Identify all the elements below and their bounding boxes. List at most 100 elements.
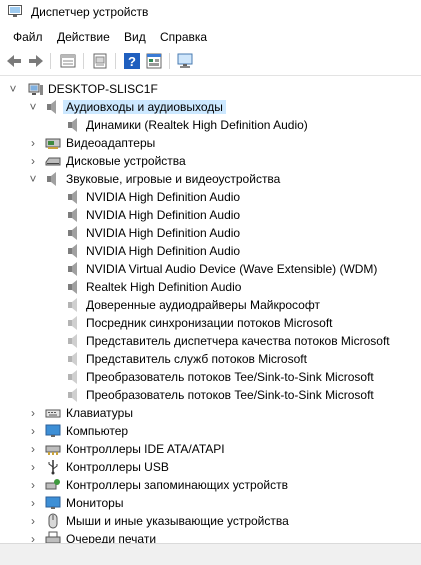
device-item[interactable]: NVIDIA Virtual Audio Device (Wave Extens… <box>0 260 421 278</box>
title-bar: Диспетчер устройств <box>0 0 421 24</box>
chevron-right-icon[interactable]: › <box>27 152 39 170</box>
monitor-icon <box>45 424 61 437</box>
keyboard-icon <box>45 409 61 418</box>
menu-view[interactable]: Вид <box>124 30 146 44</box>
help-icon[interactable]: ? <box>123 52 141 70</box>
menu-bar: Файл Действие Вид Справка <box>0 27 421 47</box>
device-item[interactable]: Преобразователь потоков Tee/Sink-to-Sink… <box>0 368 421 386</box>
toolbar-separator <box>50 53 51 69</box>
device-label: NVIDIA High Definition Audio <box>86 226 241 240</box>
properties-icon[interactable] <box>59 52 77 70</box>
device-item[interactable]: Динамики (Realtek High Definition Audio) <box>0 116 421 134</box>
chevron-down-icon[interactable]: ˅ <box>7 80 19 98</box>
category-monitors[interactable]: › Мониторы <box>0 494 421 512</box>
chevron-right-icon[interactable]: › <box>27 476 39 494</box>
device-label: Преобразователь потоков Tee/Sink-to-Sink… <box>86 370 374 384</box>
speaker-icon <box>68 298 77 312</box>
toolbar-separator <box>169 53 170 69</box>
chevron-right-icon[interactable]: › <box>27 458 39 476</box>
speaker-icon <box>68 226 77 240</box>
device-tree[interactable]: ˅ DESKTOP-SLISC1F ˅ Аудиовходы и аудиовы… <box>0 76 421 564</box>
chevron-right-icon[interactable]: › <box>27 512 39 530</box>
category-label: Контроллеры запоминающих устройств <box>66 478 288 492</box>
chevron-right-icon[interactable]: › <box>27 422 39 440</box>
computer-icon <box>28 83 43 95</box>
category-audio-io[interactable]: ˅ Аудиовходы и аудиовыходы <box>0 98 421 116</box>
speaker-icon <box>68 388 77 402</box>
speaker-icon <box>68 190 77 204</box>
category-label: Мониторы <box>66 496 124 510</box>
monitor-scan-icon[interactable] <box>176 52 194 70</box>
device-item[interactable]: NVIDIA High Definition Audio <box>0 224 421 242</box>
device-item[interactable]: Realtek High Definition Audio <box>0 278 421 296</box>
device-item[interactable]: NVIDIA High Definition Audio <box>0 242 421 260</box>
device-item[interactable]: Доверенные аудиодрайверы Майкрософт <box>0 296 421 314</box>
category-computer[interactable]: › Компьютер <box>0 422 421 440</box>
menu-action[interactable]: Действие <box>57 30 110 44</box>
view-icon[interactable] <box>145 52 163 70</box>
speaker-icon <box>68 244 77 258</box>
category-storage-controllers[interactable]: › Контроллеры запоминающих устройств <box>0 476 421 494</box>
speaker-icon <box>68 352 77 366</box>
device-label: Посредник синхронизации потоков Microsof… <box>86 316 333 330</box>
device-item[interactable]: Представитель служб потоков Microsoft <box>0 350 421 368</box>
category-mice[interactable]: › Мыши и иные указывающие устройства <box>0 512 421 530</box>
chevron-right-icon[interactable]: › <box>27 134 39 152</box>
speaker-icon <box>68 118 77 132</box>
category-ide-controllers[interactable]: › Контроллеры IDE ATA/ATAPI <box>0 440 421 458</box>
device-label: Realtek High Definition Audio <box>86 280 242 294</box>
speaker-icon <box>68 370 77 384</box>
category-disk-devices[interactable]: › Дисковые устройства <box>0 152 421 170</box>
category-label: Аудиовходы и аудиовыходы <box>63 100 226 114</box>
horizontal-scrollbar[interactable] <box>0 543 421 565</box>
tree-root[interactable]: ˅ DESKTOP-SLISC1F <box>0 80 421 98</box>
device-label: Динамики (Realtek High Definition Audio) <box>86 118 308 132</box>
speaker-icon <box>68 334 77 348</box>
display-adapter-icon <box>45 138 61 149</box>
forward-icon[interactable] <box>27 52 45 70</box>
device-item[interactable]: NVIDIA High Definition Audio <box>0 206 421 224</box>
speaker-icon <box>68 280 77 294</box>
chevron-right-icon[interactable]: › <box>27 404 39 422</box>
speaker-icon <box>68 262 77 276</box>
device-item[interactable]: Представитель диспетчера качества потоко… <box>0 332 421 350</box>
category-label: Дисковые устройства <box>66 154 186 168</box>
speaker-icon <box>47 100 56 114</box>
speaker-icon <box>68 208 77 222</box>
category-video-adapters[interactable]: › Видеоадаптеры <box>0 134 421 152</box>
device-item[interactable]: Посредник синхронизации потоков Microsof… <box>0 314 421 332</box>
category-label: Видеоадаптеры <box>66 136 156 150</box>
usb-icon <box>48 460 58 475</box>
device-label: NVIDIA High Definition Audio <box>86 190 241 204</box>
svg-text:?: ? <box>128 54 136 69</box>
monitor-icon <box>45 496 61 509</box>
mouse-icon <box>48 513 58 529</box>
category-keyboards[interactable]: › Клавиатуры <box>0 404 421 422</box>
back-icon[interactable] <box>5 52 23 70</box>
device-item[interactable]: Преобразователь потоков Tee/Sink-to-Sink… <box>0 386 421 404</box>
device-label: Представитель диспетчера качества потоко… <box>86 334 390 348</box>
storage-controller-icon <box>45 479 60 490</box>
device-item[interactable]: NVIDIA High Definition Audio <box>0 188 421 206</box>
toolbar-separator <box>115 53 116 69</box>
chevron-right-icon[interactable]: › <box>27 494 39 512</box>
category-usb-controllers[interactable]: › Контроллеры USB <box>0 458 421 476</box>
chevron-right-icon[interactable]: › <box>27 440 39 458</box>
update-driver-icon[interactable] <box>91 52 109 70</box>
chevron-down-icon[interactable]: ˅ <box>27 170 39 188</box>
category-label: Контроллеры IDE ATA/ATAPI <box>66 442 225 456</box>
controller-icon <box>45 445 61 455</box>
menu-help[interactable]: Справка <box>160 30 207 44</box>
window-title: Диспетчер устройств <box>31 5 149 19</box>
toolbar-separator <box>83 53 84 69</box>
speaker-icon <box>68 316 77 330</box>
category-label: Звуковые, игровые и видеоустройства <box>66 172 281 186</box>
device-label: NVIDIA Virtual Audio Device (Wave Extens… <box>86 262 378 276</box>
speaker-icon <box>47 172 56 186</box>
chevron-down-icon[interactable]: ˅ <box>27 98 39 116</box>
toolbar: ? <box>0 48 421 74</box>
device-label: Доверенные аудиодрайверы Майкрософт <box>86 298 320 312</box>
device-manager-icon <box>8 5 22 17</box>
menu-file[interactable]: Файл <box>13 30 43 44</box>
category-sound-devices[interactable]: ˅ Звуковые, игровые и видеоустройства <box>0 170 421 188</box>
